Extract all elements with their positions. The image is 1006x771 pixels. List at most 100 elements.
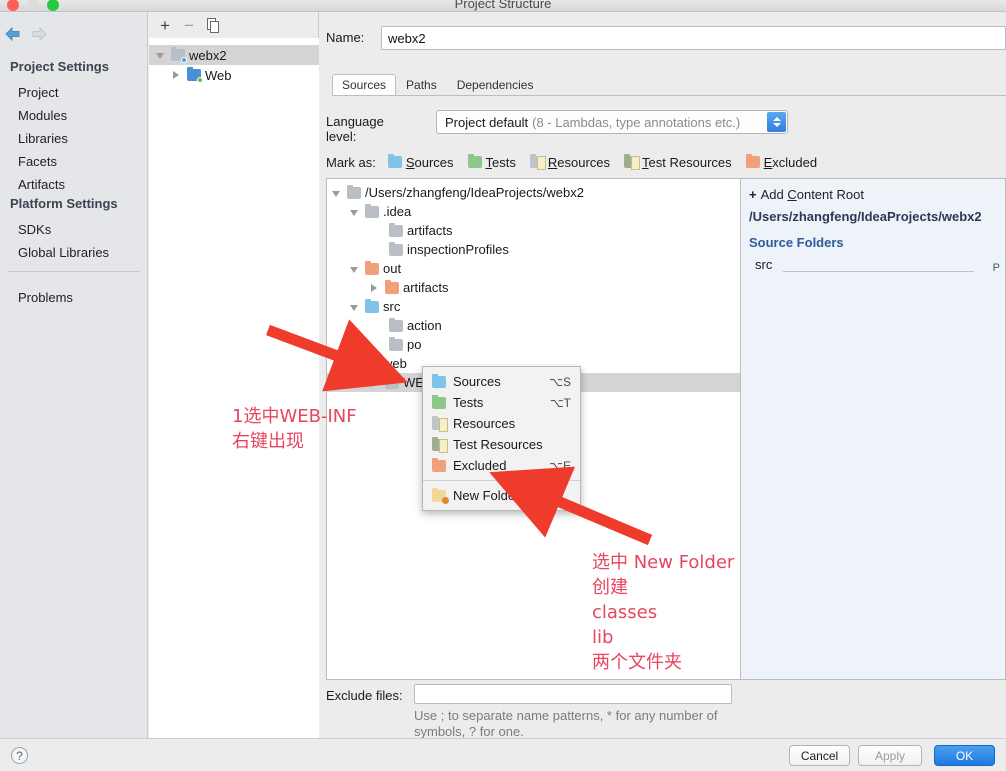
tree-row[interactable]: artifacts <box>327 278 740 297</box>
folder-icon <box>389 241 403 256</box>
editor-tabs: Sources Paths Dependencies <box>332 74 1006 96</box>
context-menu-item-tests[interactable]: Tests ⌥T <box>423 392 580 413</box>
module-tree-row-webx2[interactable]: webx2 <box>149 45 319 65</box>
folder-sources-icon <box>387 154 402 168</box>
mark-as-resources[interactable]: Resources <box>529 154 610 170</box>
tree-row[interactable]: po <box>327 335 740 354</box>
mark-as-excluded[interactable]: Excluded <box>745 154 818 170</box>
folder-resources-icon <box>432 415 448 432</box>
tree-row-label: .idea <box>383 204 412 219</box>
exclude-files-input[interactable] <box>414 684 732 704</box>
add-module-button[interactable]: + <box>155 16 175 34</box>
copy-icon <box>206 17 219 33</box>
sidebar-item-global-libraries[interactable]: Global Libraries <box>18 245 109 260</box>
web-facet-icon <box>187 67 203 83</box>
plus-icon: + <box>749 187 757 202</box>
mark-as-tests[interactable]: Tests <box>467 154 516 170</box>
sidebar-item-facets[interactable]: Facets <box>18 154 57 169</box>
tab-dependencies[interactable]: Dependencies <box>447 74 544 95</box>
tree-row[interactable]: out <box>327 259 740 278</box>
cancel-button[interactable]: Cancel <box>789 745 850 766</box>
apply-button[interactable]: Apply <box>858 745 922 766</box>
tree-row[interactable]: /Users/zhangfeng/IdeaProjects/webx2 <box>327 183 740 202</box>
context-menu-item-label: Resources <box>453 416 516 431</box>
sidebar-item-problems[interactable]: Problems <box>18 290 73 305</box>
new-folder-icon <box>432 487 449 504</box>
sidebar-item-modules[interactable]: Modules <box>18 108 67 123</box>
tree-row-label: inspectionProfiles <box>407 242 509 257</box>
tree-row-label: src <box>383 299 401 314</box>
context-menu-item-test-resources[interactable]: Test Resources <box>423 434 580 455</box>
language-level-select[interactable]: Project default (8 - Lambdas, type annot… <box>436 110 788 134</box>
context-menu-item-sources[interactable]: Sources ⌥S <box>423 371 580 392</box>
copy-module-button[interactable] <box>203 16 223 34</box>
sidebar-item-project[interactable]: Project <box>18 85 58 100</box>
module-tree-label: webx2 <box>189 47 227 63</box>
twisty-closed-icon[interactable] <box>369 377 381 389</box>
twisty-closed-icon[interactable] <box>171 69 183 81</box>
sidebar-item-sdks[interactable]: SDKs <box>18 222 51 237</box>
twisty-open-icon[interactable] <box>155 49 167 61</box>
sidebar-item-libraries[interactable]: Libraries <box>18 131 68 146</box>
language-level-hint: (8 - Lambdas, type annotations etc.) <box>532 114 741 130</box>
mark-as-tests-label: Tests <box>485 154 516 170</box>
mark-as-excluded-label: Excluded <box>763 154 818 170</box>
folder-sources-icon <box>432 373 446 388</box>
module-tree-row-web[interactable]: Web <box>149 65 319 85</box>
folder-icon <box>389 336 403 351</box>
context-menu-separator <box>423 480 580 481</box>
source-folder-package-prefix[interactable]: P <box>993 262 1000 274</box>
remove-module-button[interactable]: − <box>179 16 199 34</box>
module-toolbar: + − <box>149 12 319 38</box>
tab-paths[interactable]: Paths <box>396 74 447 95</box>
back-arrow-icon[interactable] <box>4 26 22 42</box>
context-menu-item-new-folder[interactable]: New Folder... <box>423 485 580 506</box>
tree-row[interactable]: action <box>327 316 740 335</box>
module-panel: + − webx2 Web <box>149 12 319 738</box>
help-button[interactable]: ? <box>11 747 28 764</box>
add-content-root-label: Add Content Root <box>760 187 864 202</box>
twisty-open-icon[interactable] <box>349 263 361 275</box>
tree-row[interactable]: inspectionProfiles <box>327 240 740 259</box>
twisty-closed-icon[interactable] <box>369 282 381 294</box>
settings-sidebar: Project Settings Project Modules Librari… <box>0 12 148 738</box>
twisty-open-icon[interactable] <box>349 358 361 370</box>
twisty-open-icon[interactable] <box>349 206 361 218</box>
tree-row[interactable]: src <box>327 297 740 316</box>
folder-icon <box>389 317 403 332</box>
name-label: Name: <box>326 30 365 45</box>
name-input[interactable] <box>381 26 1006 50</box>
context-menu-item-shortcut: ⌥S <box>549 374 571 389</box>
source-folder-entry[interactable]: src P <box>755 257 1000 274</box>
content-roots-panel: + Add Content Root /Users/zhangfeng/IdeaP… <box>741 178 1006 680</box>
ok-button[interactable]: OK <box>934 745 995 766</box>
folder-resources-icon <box>529 154 546 170</box>
mark-as-sources[interactable]: Sources <box>387 154 454 170</box>
dialog-footer: ? Cancel Apply OK <box>0 738 1006 771</box>
tree-row[interactable]: artifacts <box>327 221 740 240</box>
context-menu-item-excluded[interactable]: Excluded ⌥E <box>423 455 580 476</box>
module-icon <box>171 47 187 63</box>
tree-row-label: artifacts <box>407 223 453 238</box>
mark-as-test-resources[interactable]: Test Resources <box>624 154 732 170</box>
forward-arrow-icon[interactable] <box>30 26 48 42</box>
context-menu-item-label: Test Resources <box>453 437 543 452</box>
folder-sources-icon <box>365 298 379 313</box>
language-level-label: Language level: <box>326 114 384 144</box>
navigation-arrows <box>0 22 148 48</box>
source-folder-name: src <box>755 257 773 272</box>
content-root-path: /Users/zhangfeng/IdeaProjects/webx2 <box>749 209 982 224</box>
folder-excluded-icon <box>385 279 399 294</box>
context-menu-item-resources[interactable]: Resources <box>423 413 580 434</box>
language-level-value: Project default <box>445 114 529 130</box>
tab-sources[interactable]: Sources <box>332 74 397 95</box>
add-content-root-button[interactable]: + Add Content Root <box>749 187 864 202</box>
chevron-updown-icon[interactable] <box>767 112 786 132</box>
context-menu-item-label: New Folder... <box>453 488 530 503</box>
twisty-open-icon[interactable] <box>349 301 361 313</box>
annotation-note-1: 1选中WEB-INF 右键出现 <box>232 406 357 452</box>
twisty-open-icon[interactable] <box>331 187 343 199</box>
tree-row[interactable]: .idea <box>327 202 740 221</box>
sidebar-item-artifacts[interactable]: Artifacts <box>18 177 65 192</box>
folder-tests-icon <box>467 154 482 168</box>
